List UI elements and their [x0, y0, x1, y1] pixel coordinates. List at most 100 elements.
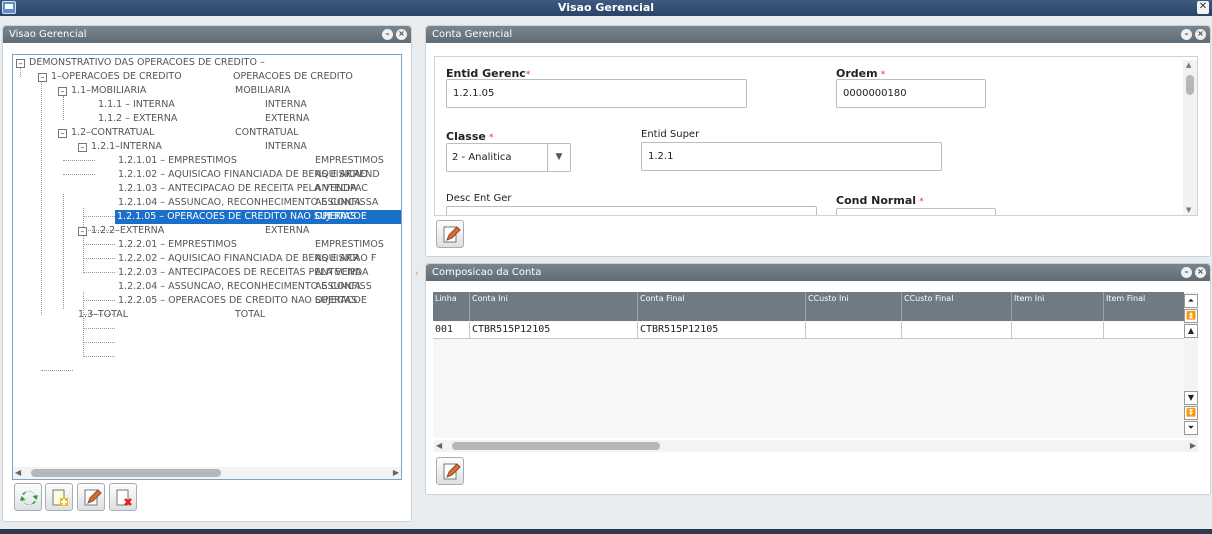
scroll-up-icon[interactable]: ▲ [1184, 324, 1198, 338]
desc-ent-ger-label: Desc Ent Ger [446, 193, 512, 204]
collapse-toggle-icon[interactable]: – [16, 59, 25, 68]
tree-node[interactable]: –1.1–MOBILIARIA MOBILIARIA [55, 84, 401, 98]
close-panel-button[interactable]: × [1195, 267, 1206, 278]
tree-node[interactable]: 1.2.1.04 – ASSUNCAO, RECONHECIMENTO E CO… [115, 196, 401, 210]
page-down-icon[interactable]: ⏬ [1184, 406, 1198, 420]
scroll-down-icon[interactable]: ▼ [1184, 391, 1198, 405]
minimize-button[interactable]: – [382, 29, 393, 40]
tree-node[interactable]: –1.2.1–INTERNA INTERNA [75, 140, 401, 154]
table-cell[interactable] [902, 322, 1012, 339]
tree-view[interactable]: – DEMONSTRATIVO DAS OPERACOES DE CREDITO … [12, 54, 402, 480]
cond-normal-select[interactable] [836, 208, 996, 215]
composicao-grid[interactable]: Linha Conta Ini Conta Final CCusto Ini CCust… [433, 292, 1185, 438]
tree-node-label: 1.1–MOBILIARIA [71, 85, 147, 96]
tree-node[interactable]: 1.2.1.02 – AQUISICAO FINANCIADA DE BENS … [115, 168, 401, 182]
tree-node[interactable]: – DEMONSTRATIVO DAS OPERACOES DE CREDITO … [13, 56, 393, 70]
collapse-toggle-icon[interactable]: – [58, 87, 67, 96]
tree-guide-line [83, 258, 115, 259]
tree-node-selected[interactable]: 1.2.1.05 – OPERACOES DE CREDITO NAO SUJE… [115, 210, 401, 224]
table-cell[interactable]: 001 [433, 322, 470, 339]
tree-node-description: EXTERNA [265, 225, 310, 236]
column-header[interactable]: Conta Ini [470, 292, 638, 321]
tree-node-label: 1.2.2–EXTERNA [91, 225, 165, 236]
tree-guide-line [63, 96, 64, 120]
chevron-down-icon[interactable]: ▼ [547, 144, 570, 171]
scroll-bottom-icon[interactable]: ⏷ [1184, 421, 1198, 435]
collapse-toggle-icon[interactable]: – [78, 143, 87, 152]
tree-node-label: 1.2.2.01 – EMPRESTIMOS [118, 239, 237, 250]
add-node-button[interactable] [45, 483, 73, 511]
tree-guide-line [63, 160, 95, 161]
table-cell[interactable] [806, 322, 902, 339]
tree-node[interactable]: 1.2.2.02 – AQUISICAO FINANCIADA DE BENS … [115, 252, 401, 266]
scroll-thumb[interactable] [31, 469, 221, 477]
column-header[interactable]: CCusto Final [902, 292, 1012, 321]
column-header[interactable]: Linha [433, 292, 470, 321]
column-header[interactable]: Item Ini [1012, 292, 1104, 321]
cond-normal-label: Cond Normal [836, 194, 917, 207]
close-window-button[interactable]: ✕ [1197, 1, 1209, 14]
scroll-down-icon[interactable]: ▼ [1186, 206, 1191, 214]
grid-vscrollbar[interactable]: ⏶ ⏫ ▲ ▼ ⏬ ⏷ [1184, 292, 1198, 438]
minimize-button[interactable]: – [1181, 267, 1192, 278]
minimize-button[interactable]: – [1181, 29, 1192, 40]
splitter[interactable]: ‹ [415, 25, 421, 525]
tree-node-description: INTERNA [265, 99, 307, 110]
tree-node[interactable]: 1.2.2.03 – ANTECIPACOES DE RECEITAS PELA… [115, 266, 401, 280]
scroll-left-icon[interactable]: ◀ [436, 441, 442, 450]
refresh-button[interactable] [14, 483, 42, 511]
edit-node-button[interactable] [77, 483, 105, 511]
tree-node[interactable]: 1.2.2.04 – ASSUNCAO, RECONHECIMENTO E CO… [115, 280, 401, 294]
splitter-arrow-icon[interactable]: ‹ [415, 269, 419, 279]
delete-icon [116, 489, 132, 506]
tree-node[interactable]: 1.2.2.01 – EMPRESTIMOS EMPRESTIMOS [115, 238, 401, 252]
entid-super-label: Entid Super [641, 129, 700, 140]
tree-node[interactable]: –1.2.2–EXTERNA EXTERNA [75, 224, 401, 238]
close-panel-button[interactable]: × [396, 29, 407, 40]
tree-node[interactable]: 1.3–TOTAL TOTAL [75, 308, 401, 322]
tree-node-description: OPERACOE [315, 295, 367, 306]
tree-hscrollbar[interactable]: ◀ ▶ [13, 467, 401, 479]
scroll-right-icon[interactable]: ▶ [393, 468, 399, 477]
scroll-up-icon[interactable]: ▲ [1186, 61, 1191, 69]
form-vscrollbar[interactable]: ▲ ▼ [1183, 60, 1197, 215]
scroll-right-icon[interactable]: ▶ [1190, 441, 1196, 450]
tree-node[interactable]: –1.2–CONTRATUAL CONTRATUAL [55, 126, 401, 140]
collapse-toggle-icon[interactable]: – [38, 73, 47, 82]
column-header[interactable]: Item Final [1104, 292, 1185, 321]
desc-ent-ger-input[interactable] [446, 206, 817, 215]
scroll-thumb[interactable] [1186, 75, 1194, 95]
scroll-thumb[interactable] [452, 442, 660, 450]
panel-title: Visao Gerencial [9, 29, 87, 40]
grid-hscrollbar[interactable]: ◀ ▶ [434, 440, 1198, 452]
column-header[interactable]: Conta Final [638, 292, 806, 321]
table-cell[interactable]: CTBR515P12105 [470, 322, 638, 339]
collapse-toggle-icon[interactable]: – [78, 227, 87, 236]
tree-node[interactable]: 1.2.1.03 – ANTECIPACAO DE RECEITA PELA V… [115, 182, 401, 196]
ordem-input[interactable]: 0000000180 [836, 79, 986, 108]
tree-node[interactable]: 1.1.1 – INTERNA INTERNA [95, 98, 401, 112]
tree-node[interactable]: –1–OPERACOES DE CREDITO OPERACOES DE CRED… [35, 70, 401, 84]
tree-node[interactable]: 1.2.1.01 – EMPRESTIMOS EMPRESTIMOS [115, 154, 401, 168]
scroll-left-icon[interactable]: ◀ [15, 468, 21, 477]
scroll-top-icon[interactable]: ⏶ [1184, 294, 1198, 308]
delete-node-button[interactable] [109, 483, 137, 511]
table-cell[interactable]: CTBR515P12105 [638, 322, 806, 339]
tree-guide-line [83, 356, 115, 357]
tree-node[interactable]: 1.1.2 – EXTERNA EXTERNA [95, 112, 401, 126]
entid-super-input[interactable]: 1.2.1 [641, 142, 942, 171]
tree-node-description: INTERNA [265, 141, 307, 152]
tree-node[interactable]: 1.2.2.05 – OPERACOES DE CREDITO NAO SUJE… [115, 294, 401, 308]
page-up-icon[interactable]: ⏫ [1184, 309, 1198, 323]
table-cell[interactable] [1104, 322, 1185, 339]
collapse-toggle-icon[interactable]: – [58, 129, 67, 138]
edit-conta-button[interactable] [436, 220, 464, 248]
tree-guide-line [83, 292, 84, 357]
close-panel-button[interactable]: × [1195, 29, 1206, 40]
tree-node-label: 1.1.2 – EXTERNA [98, 113, 178, 124]
table-cell[interactable] [1012, 322, 1104, 339]
edit-composicao-button[interactable] [436, 457, 464, 485]
column-header[interactable]: CCusto Ini [806, 292, 902, 321]
entid-gerenc-input[interactable]: 1.2.1.05 [446, 79, 747, 108]
classe-select[interactable]: 2 - Analitica ▼ [446, 143, 571, 172]
